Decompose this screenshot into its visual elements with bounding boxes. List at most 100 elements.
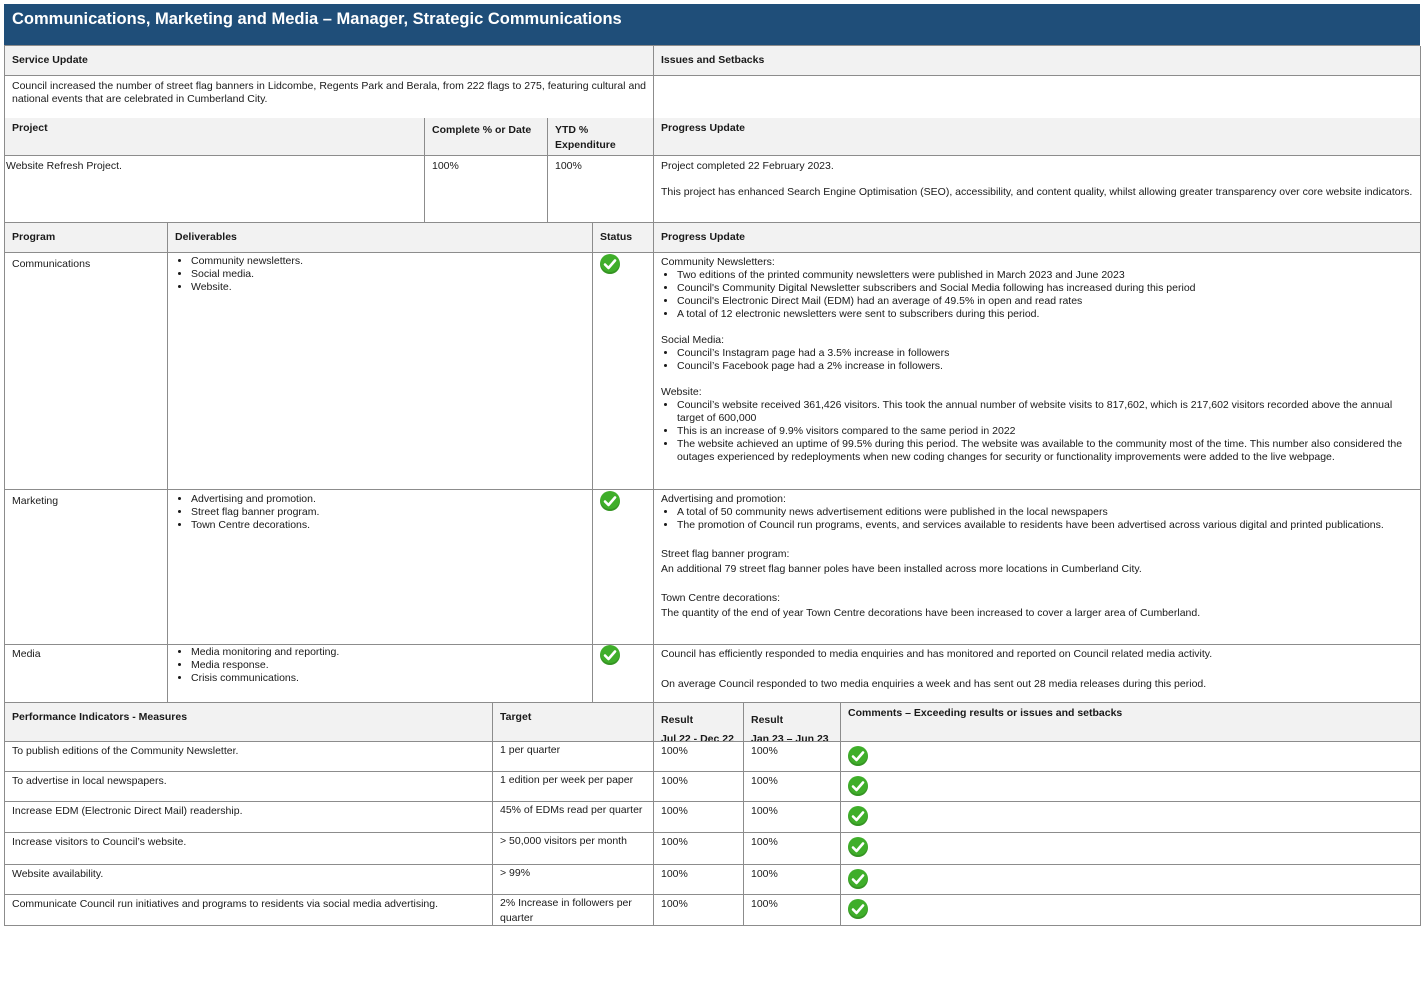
status-header: Status [593,223,654,253]
check-circle-icon [848,776,868,796]
section-heading: Website: [661,386,702,398]
kpi-target-cell: 45% of EDMs read per quarter [493,802,654,833]
program-name: Media [5,645,168,703]
section-heading: Social Media: [661,334,725,346]
kpi-measure-header: Performance Indicators - Measures [5,703,493,742]
kpi-comment-cell [841,772,1421,802]
section-text: The quantity of the end of year Town Cen… [661,607,1201,619]
kpi-r1-cell: 100% [654,895,744,926]
result-period: Jul 22 - Dec 22 [661,733,734,742]
service-update-header: Service Update [5,46,654,76]
ytd-header: YTD % Expenditure [548,118,654,156]
kpi-r2-cell: 100% [744,833,841,865]
program-progress-cell: Community Newsletters: Two editions of t… [654,253,1421,490]
check-circle-icon [600,254,620,274]
kpi-result2-header: Result Jan 23 – Jun 23 [744,703,841,742]
kpi-measure-cell: Increase visitors to Council’s website. [5,833,493,865]
kpi-comment-cell [841,895,1421,926]
project-name: Website Refresh Project. [5,156,425,223]
result-label: Result [751,714,784,726]
progress-bullet: Council’s Facebook page had a 2% increas… [677,360,1413,373]
kpi-comment-cell [841,833,1421,865]
deliverable-item: Website. [191,281,585,294]
deliverables-cell: Community newsletters. Social media. Web… [168,253,593,490]
deliverable-item: Town Centre decorations. [191,519,585,532]
project-header: Project [5,118,425,156]
check-circle-icon [600,645,620,665]
kpi-target-cell: 2% Increase in followers per quarter [493,895,654,926]
progress-bullet: A total of 50 community news advertiseme… [677,506,1413,519]
kpi-r1-cell: 100% [654,772,744,802]
progress-bullet: Council's Community Digital Newsletter s… [677,282,1413,295]
check-circle-icon [600,491,620,511]
project-progress: Project completed 22 February 2023. This… [654,156,1421,223]
kpi-comment-cell [841,802,1421,833]
program-progress-cell: Advertising and promotion: A total of 50… [654,490,1421,645]
service-update-table: Service Update Issues and Setbacks Counc… [4,45,1421,119]
section-heading: Advertising and promotion: [661,493,786,505]
deliverable-item: Media response. [191,659,585,672]
kpi-measure-cell: To advertise in local newspapers. [5,772,493,802]
progress-bullet: The promotion of Council run programs, e… [677,519,1413,532]
progress-bullet: Council’s Instagram page had a 3.5% incr… [677,347,1413,360]
kpi-table: Performance Indicators - Measures Target… [4,703,1421,926]
check-circle-icon [848,806,868,826]
status-cell [593,645,654,703]
kpi-target-cell: > 99% [493,865,654,895]
complete-header: Complete % or Date [425,118,548,156]
project-progress-line-1: Project completed 22 February 2023. [661,160,834,172]
section-text: An additional 79 street flag banner pole… [661,563,1142,575]
result-label: Result [661,714,694,726]
progress-bullet: This is an increase of 9.9% visitors com… [677,425,1413,438]
kpi-measure-cell: To publish editions of the Community New… [5,742,493,772]
kpi-comment-cell [841,865,1421,895]
kpi-measure-cell: Communicate Council run initiatives and … [5,895,493,926]
kpi-comments-header: Comments – Exceeding results or issues a… [841,703,1421,742]
program-header: Program [5,223,168,253]
project-complete: 100% [425,156,548,223]
kpi-target-header: Target [493,703,654,742]
deliverables-cell: Media monitoring and reporting. Media re… [168,645,593,703]
program-progress-header: Progress Update [654,223,1421,253]
progress-bullet: Two editions of the printed community ne… [677,269,1413,282]
kpi-r1-cell: 100% [654,833,744,865]
kpi-comment-cell [841,742,1421,772]
kpi-r1-cell: 100% [654,742,744,772]
check-circle-icon [848,869,868,889]
kpi-target-cell: 1 edition per week per paper [493,772,654,802]
progress-bullet: Council's Electronic Direct Mail (EDM) h… [677,295,1413,308]
kpi-measure-cell: Increase EDM (Electronic Direct Mail) re… [5,802,493,833]
section-heading: Town Centre decorations: [661,592,781,604]
deliverables-header: Deliverables [168,223,593,253]
kpi-r1-cell: 100% [654,802,744,833]
issues-text [654,76,1421,119]
progress-bullet: A total of 12 electronic newsletters wer… [677,308,1413,321]
issues-header: Issues and Setbacks [654,46,1421,76]
progress-header: Progress Update [654,118,1421,156]
progress-bullet: The website achieved an uptime of 99.5% … [677,438,1413,464]
kpi-r2-cell: 100% [744,772,841,802]
project-ytd: 100% [548,156,654,223]
deliverable-item: Media monitoring and reporting. [191,646,585,659]
kpi-r2-cell: 100% [744,802,841,833]
kpi-target-cell: 1 per quarter [493,742,654,772]
check-circle-icon [848,746,868,766]
page-title: Communications, Marketing and Media – Ma… [4,4,1420,45]
program-name: Communications [5,253,168,490]
deliverable-item: Community newsletters. [191,255,585,268]
kpi-target-cell: > 50,000 visitors per month [493,833,654,865]
deliverable-item: Social media. [191,268,585,281]
check-circle-icon [848,837,868,857]
section-heading: Community Newsletters: [661,256,775,268]
kpi-r1-cell: 100% [654,865,744,895]
progress-bullet: Council’s website received 361,426 visit… [677,399,1413,425]
media-paragraph: On average Council responded to two medi… [661,678,1207,690]
section-heading: Street flag banner program: [661,548,790,560]
program-table: Program Deliverables Status Progress Upd… [4,223,1421,703]
status-cell [593,490,654,645]
project-table: Project Complete % or Date YTD % Expendi… [4,118,1421,223]
kpi-r2-cell: 100% [744,865,841,895]
kpi-result1-header: Result Jul 22 - Dec 22 [654,703,744,742]
check-circle-icon [848,899,868,919]
media-paragraph: Council has efficiently responded to med… [661,648,1213,660]
